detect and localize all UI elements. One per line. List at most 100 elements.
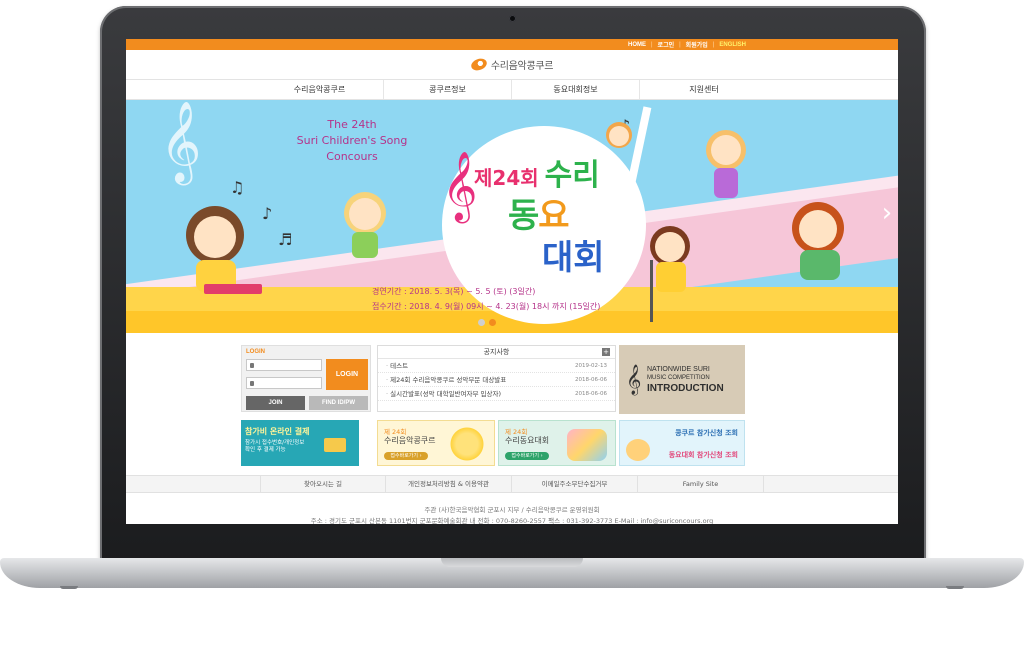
hero-banner[interactable]: 𝄞 ♫ ♪ ♬ ♪ ♫ The 24th Suri Children's Son… xyxy=(126,100,898,333)
payment-desc-line: 확인 후 결제 가능 xyxy=(245,447,286,453)
payment-title: 참가비 온라인 결제 xyxy=(245,427,310,436)
hero-english-line: Suri Children's Song xyxy=(296,134,408,147)
notice-item[interactable]: 테스트 2019-02-13 xyxy=(378,359,615,373)
footer-link-directions[interactable]: 찾아오시는 길 xyxy=(260,476,386,492)
laptop-foot xyxy=(60,586,78,589)
notice-item-title[interactable]: 실시간발표(성악 대학일반여자부 입상자) xyxy=(386,387,501,400)
music-note-icon: ♬ xyxy=(278,230,293,249)
hero-title-prefix: 제24회 xyxy=(474,166,539,190)
song-contest-apply-banner[interactable]: 제 24회 수리동요대회 접수바로가기 › xyxy=(498,420,616,466)
site-logo[interactable]: 수리음악콩쿠르 xyxy=(126,50,898,80)
slide-indicator xyxy=(478,319,496,326)
competition-period: 경연기간 : 2018. 5. 3(목) ~ 5. 5 (토) (3일간) xyxy=(372,287,536,296)
payment-desc-line: 참가시 접수번호/개인정보 xyxy=(245,440,305,446)
music-concours-apply-banner[interactable]: 제 24회 수리음악콩쿠르 접수바로가기 › xyxy=(377,420,495,466)
notice-item-title[interactable]: 테스트 xyxy=(386,359,408,372)
user-id-input[interactable] xyxy=(246,359,322,371)
logo-icon xyxy=(469,56,489,73)
top-utility-bar: HOME | 로그인 | 회원가입 | ENGLISH xyxy=(126,39,898,50)
find-id-pw-button[interactable]: FIND ID/PW xyxy=(309,396,368,410)
separator: | xyxy=(650,41,653,48)
banner-name: 수리동요대회 xyxy=(505,436,550,445)
apply-shortcut-button[interactable]: 접수바로가기 › xyxy=(505,452,549,460)
notice-header: 공지사항 + xyxy=(378,346,615,359)
login-title: LOGIN xyxy=(246,349,265,355)
notice-item-date: 2018-06-06 xyxy=(575,391,607,397)
nav-item-song-contest-info[interactable]: 동요대회정보 xyxy=(512,80,640,99)
footer-link-email-policy[interactable]: 이메일주소무단수집거부 xyxy=(512,476,638,492)
logo-text: 수리음악콩쿠르 xyxy=(490,61,554,72)
hero-next-arrow-icon[interactable]: › xyxy=(878,198,896,228)
application-inquiry-banner[interactable]: 콩쿠르 참가신청 조회 동요대회 참가신청 조회 xyxy=(619,420,745,466)
notice-item[interactable]: 실시간발표(성악 대학일반여자부 입상자) 2018-06-06 xyxy=(378,387,615,401)
child-body xyxy=(714,168,738,198)
english-link[interactable]: ENGLISH xyxy=(719,42,746,48)
notice-item-title[interactable]: 제24회 수리음악콩쿠르 성악부문 대상발표 xyxy=(386,373,506,386)
notice-item-date: 2019-02-13 xyxy=(575,363,607,369)
slide-dot-active[interactable] xyxy=(489,319,496,326)
child-illustration xyxy=(186,206,244,264)
nav-item-music-concours[interactable]: 수리음악콩쿠르 xyxy=(256,80,384,99)
music-note-icon: ♪ xyxy=(262,204,273,223)
nav-item-support-center[interactable]: 지원센터 xyxy=(640,80,768,99)
music-note-icon: ♫ xyxy=(230,178,245,197)
child-illustration xyxy=(650,226,690,266)
laptop-foot xyxy=(946,586,964,589)
hero-english-line: The 24th xyxy=(327,118,377,131)
intro-line: NATIONWIDE SURI xyxy=(647,366,710,373)
hero-title-line3: 대회 xyxy=(542,238,605,278)
separator: | xyxy=(679,41,681,48)
banner-name: 수리음악콩쿠르 xyxy=(384,436,436,445)
child-illustration xyxy=(792,202,844,254)
hero-english-title: The 24th Suri Children's Song Concours xyxy=(272,117,432,165)
hero-dates: 경연기간 : 2018. 5. 3(목) ~ 5. 5 (토) (3일간) 접수… xyxy=(372,284,600,314)
child-illustration xyxy=(344,192,386,234)
child-illustration xyxy=(606,122,632,148)
notice-more-button[interactable]: + xyxy=(602,348,610,356)
song-contest-inquiry-link[interactable]: 동요대회 참가신청 조회 xyxy=(669,450,738,460)
home-link[interactable]: HOME xyxy=(628,42,646,48)
decoration-illustration xyxy=(446,427,488,461)
payment-desc: 참가시 접수번호/개인정보 확인 후 결제 가능 xyxy=(245,440,304,454)
hero-english-line: Concours xyxy=(326,150,378,163)
footer-link-family-site[interactable]: Family Site xyxy=(638,476,764,492)
nav-item-concours-info[interactable]: 콩쿠르정보 xyxy=(384,80,512,99)
treble-clef-icon: 𝄞 xyxy=(160,100,202,182)
microphone-stand xyxy=(650,260,653,322)
notice-item[interactable]: 제24회 수리음악콩쿠르 성악부문 대상발표 2018-06-06 xyxy=(378,373,615,387)
hero-title-char: 동 xyxy=(508,196,539,236)
footer-organizer: 주관 (사)한국음악협회 군포시 지부 / 수리음악콩쿠르 운영위원회 xyxy=(424,506,600,514)
notice-title: 공지사항 xyxy=(483,348,510,356)
child-body xyxy=(800,250,840,280)
password-input[interactable] xyxy=(246,377,322,389)
browser-screen: HOME | 로그인 | 회원가입 | ENGLISH 수리음악콩쿠르 수리음악… xyxy=(126,39,898,524)
competition-intro-banner[interactable]: 𝄞 NATIONWIDE SURI MUSIC COMPETITION INTR… xyxy=(619,345,745,414)
signup-link[interactable]: 회원가입 xyxy=(686,40,708,49)
login-link[interactable]: 로그인 xyxy=(658,40,675,49)
treble-clef-icon: 𝄞 xyxy=(626,365,642,395)
footer-links: 찾아오시는 길 개인정보처리방침 & 이용약관 이메일주소무단수집거부 Fami… xyxy=(126,475,898,493)
credit-card-icon xyxy=(324,438,346,452)
slide-dot[interactable] xyxy=(478,319,485,326)
login-panel: LOGIN LOGIN JOIN FIND ID/PW xyxy=(241,345,371,412)
treble-clef-icon: 𝄞 xyxy=(442,151,478,221)
intro-line: MUSIC COMPETITION xyxy=(647,375,710,381)
join-button[interactable]: JOIN xyxy=(246,396,305,410)
notice-item-date: 2018-06-06 xyxy=(575,377,607,383)
footer-info: 주관 (사)한국음악협회 군포시 지부 / 수리음악콩쿠르 운영위원회 주소 :… xyxy=(126,505,898,524)
camera-icon xyxy=(509,15,516,22)
children-illustration xyxy=(626,439,650,461)
apply-shortcut-button[interactable]: 접수바로가기 › xyxy=(384,452,428,460)
main-navigation: 수리음악콩쿠르 콩쿠르정보 동요대회정보 지원센터 xyxy=(126,80,898,100)
online-payment-banner[interactable]: 참가비 온라인 결제 참가시 접수번호/개인정보 확인 후 결제 가능 xyxy=(241,420,359,466)
footer-link-privacy[interactable]: 개인정보처리방침 & 이용약관 xyxy=(386,476,512,492)
child-body xyxy=(656,262,686,292)
child-body xyxy=(352,232,378,258)
separator: | xyxy=(712,41,715,48)
intro-line: INTRODUCTION xyxy=(647,383,724,394)
concours-inquiry-link[interactable]: 콩쿠르 참가신청 조회 xyxy=(675,428,738,438)
login-button[interactable]: LOGIN xyxy=(326,359,368,390)
child-illustration xyxy=(706,130,746,170)
notice-panel: 공지사항 + 테스트 2019-02-13 제24회 수리음악콩쿠르 성악부문 … xyxy=(377,345,616,412)
children-illustration xyxy=(567,429,607,461)
